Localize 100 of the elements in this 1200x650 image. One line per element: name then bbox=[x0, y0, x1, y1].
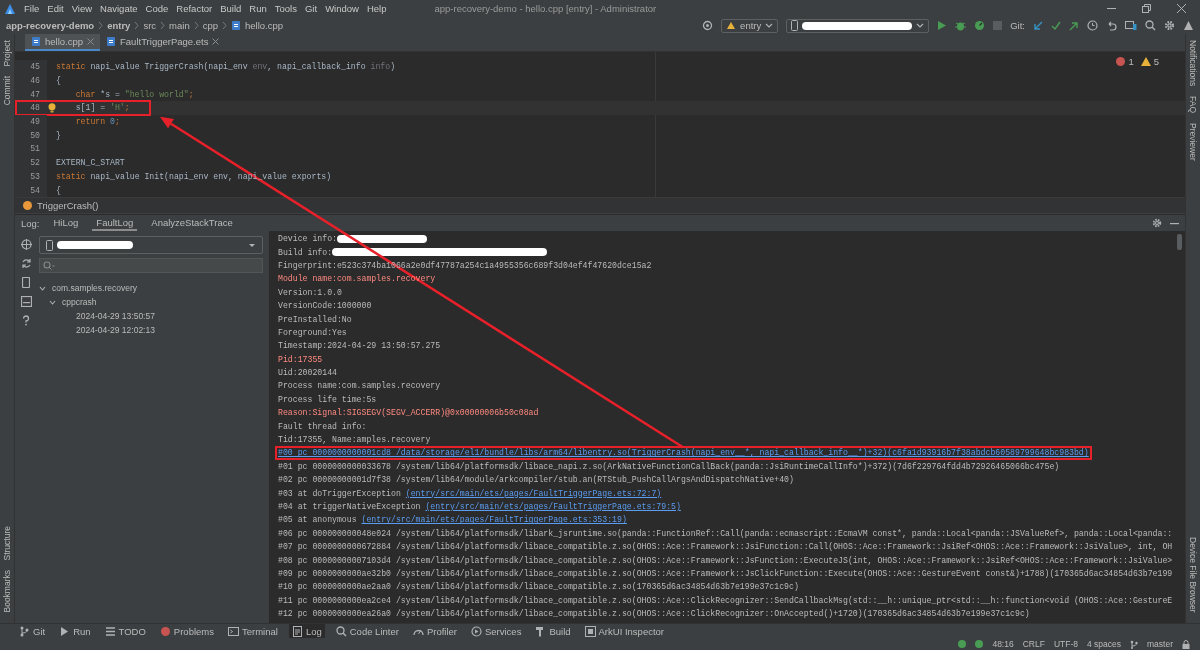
run-config-dropdown[interactable]: entry bbox=[721, 18, 779, 33]
tool-window-tab[interactable]: FAQ bbox=[1188, 96, 1198, 114]
caret-icon bbox=[765, 22, 774, 29]
tool-window-button[interactable]: ArkUI Inspector bbox=[581, 624, 667, 638]
warning-icon[interactable] bbox=[1140, 57, 1151, 66]
error-icon[interactable] bbox=[1116, 57, 1126, 66]
line-number: 54 bbox=[15, 183, 47, 197]
close-icon[interactable] bbox=[1177, 4, 1186, 13]
tree-item[interactable]: 2024-04-29 13:50:57 bbox=[74, 311, 157, 321]
status-dot-icon[interactable] bbox=[975, 640, 984, 648]
log-tab[interactable]: HiLog bbox=[49, 215, 83, 231]
editor-tab[interactable]: hello.cpp bbox=[25, 34, 101, 51]
help-icon[interactable] bbox=[22, 315, 30, 326]
breadcrumb-item[interactable]: hello.cpp bbox=[245, 20, 284, 31]
source-link[interactable]: (entry/src/main/ets/pages/FaultTriggerPage.ets:72:7) bbox=[405, 488, 662, 498]
scrollbar-thumb[interactable] bbox=[1177, 234, 1182, 250]
tree-item[interactable]: 2024-04-29 12:02:13 bbox=[74, 325, 157, 335]
menu-item[interactable]: Edit bbox=[47, 3, 64, 14]
expand-caret-icon[interactable] bbox=[49, 298, 56, 306]
debug-icon[interactable] bbox=[955, 20, 967, 31]
menu-item[interactable]: Build bbox=[220, 3, 242, 14]
file-encoding[interactable]: UTF-8 bbox=[1053, 639, 1078, 649]
file-icon bbox=[31, 36, 41, 47]
chevron-icon bbox=[160, 21, 166, 30]
tool-window-button[interactable]: Git bbox=[16, 624, 49, 638]
menu-item[interactable]: View bbox=[71, 3, 93, 14]
breadcrumb-item[interactable]: entry bbox=[107, 20, 131, 31]
tool-window-tab[interactable]: Structure bbox=[2, 526, 12, 561]
settings-icon[interactable] bbox=[1152, 218, 1162, 228]
caret-icon bbox=[916, 22, 925, 29]
tool-window-button[interactable]: Profiler bbox=[409, 624, 460, 638]
tool-window-button[interactable]: Problems bbox=[156, 624, 217, 638]
device-manager-icon[interactable] bbox=[1125, 20, 1137, 31]
tree-item[interactable]: cppcrash bbox=[60, 297, 99, 307]
function-icon bbox=[23, 201, 32, 210]
log-tab[interactable]: AnalyzeStackTrace bbox=[147, 215, 237, 231]
menu-item[interactable]: Git bbox=[305, 3, 318, 14]
profiler-icon[interactable] bbox=[974, 20, 986, 31]
run-icon[interactable] bbox=[937, 20, 948, 31]
tool-window-tab[interactable]: Device File Browser bbox=[1188, 537, 1198, 613]
editor-tab[interactable]: FaultTriggerPage.ets bbox=[100, 34, 226, 51]
search-field[interactable] bbox=[39, 258, 263, 273]
tree-item[interactable]: com.samples.recovery bbox=[50, 283, 140, 293]
refresh-icon[interactable] bbox=[20, 258, 32, 269]
log-line: Device info: bbox=[278, 234, 337, 244]
restore-icon[interactable] bbox=[1142, 4, 1151, 13]
tool-window-tab[interactable]: Commit bbox=[2, 76, 12, 106]
save-icon[interactable] bbox=[20, 296, 32, 307]
tool-window-button[interactable]: Build bbox=[532, 624, 574, 638]
tool-window-button[interactable]: Services bbox=[467, 624, 525, 638]
search-icon[interactable] bbox=[1145, 20, 1156, 31]
lock-icon[interactable] bbox=[1182, 639, 1190, 649]
breadcrumb-item[interactable]: main bbox=[169, 20, 190, 31]
tool-window-button[interactable]: Run bbox=[56, 624, 94, 638]
crosshair-icon[interactable] bbox=[20, 239, 32, 250]
tool-window-tab[interactable]: Previewer bbox=[1188, 123, 1198, 162]
device-dropdown[interactable] bbox=[786, 18, 930, 33]
breadcrumb-item[interactable]: app-recovery-demo bbox=[6, 20, 95, 31]
menu-item[interactable]: Code bbox=[145, 3, 169, 14]
tool-window-tab[interactable]: Notifications bbox=[1188, 40, 1198, 87]
tool-window-tab[interactable]: Bookmarks bbox=[2, 570, 12, 613]
source-link[interactable]: (entry/src/main/ets/pages/FaultTriggerPage.ets:353:19) bbox=[361, 515, 627, 525]
status-dot-icon[interactable] bbox=[958, 640, 967, 648]
tool-window-button[interactable]: TODO bbox=[101, 624, 149, 638]
app-logo-icon[interactable] bbox=[1183, 20, 1194, 31]
expand-caret-icon[interactable] bbox=[39, 284, 46, 292]
code-breadcrumb[interactable]: TriggerCrash() bbox=[37, 200, 99, 211]
settings-icon[interactable] bbox=[1164, 20, 1175, 31]
menu-item[interactable]: Tools bbox=[274, 3, 297, 14]
close-icon[interactable] bbox=[212, 38, 220, 45]
lightbulb-icon[interactable] bbox=[47, 102, 56, 113]
target-icon[interactable] bbox=[702, 20, 714, 31]
tool-window-button[interactable]: Log bbox=[288, 624, 325, 638]
branch-icon bbox=[1130, 639, 1138, 649]
breadcrumb-item[interactable]: src bbox=[143, 20, 157, 31]
branch-name[interactable]: master bbox=[1147, 639, 1173, 649]
menu-item[interactable]: Refactor bbox=[176, 3, 213, 14]
device-dropdown[interactable] bbox=[39, 236, 263, 254]
cursor-position[interactable]: 48:16 bbox=[992, 639, 1014, 649]
menu-item[interactable]: Window bbox=[325, 3, 359, 14]
menu-item[interactable]: Help bbox=[366, 3, 387, 14]
line-number: 45 bbox=[15, 60, 47, 74]
phone-icon[interactable] bbox=[22, 277, 30, 288]
tool-window-button[interactable]: Terminal bbox=[225, 624, 281, 638]
stack-frame-link[interactable]: #00 pc 0000000000001cd8 /data/storage/el1/bundle/libs/arm64/libentry.so(TriggerCrash(napi_env__*, napi_callback_info__*)+32)(c6fa1d93916b7f38abdcb60589799648bc983bd) bbox=[278, 448, 1089, 458]
menu-item[interactable]: Navigate bbox=[100, 3, 138, 14]
file-icon bbox=[106, 36, 117, 47]
arrow-icon[interactable] bbox=[1069, 20, 1079, 31]
tool-window-button[interactable]: Code Linter bbox=[332, 624, 402, 638]
tool-window-tab[interactable]: Project bbox=[2, 40, 12, 67]
menu-item[interactable]: File bbox=[24, 3, 40, 14]
undo-icon[interactable] bbox=[1106, 20, 1117, 31]
source-link[interactable]: (entry/src/main/ets/pages/FaultTriggerPage.ets:79:5) bbox=[425, 502, 681, 511]
line-separator[interactable]: CRLF bbox=[1022, 639, 1045, 649]
menu-item[interactable]: Run bbox=[249, 3, 267, 14]
arrow-icon[interactable] bbox=[1033, 20, 1043, 31]
checkmark-icon[interactable] bbox=[1051, 20, 1061, 31]
indent-setting[interactable]: 4 spaces bbox=[1087, 639, 1121, 649]
clock-icon[interactable] bbox=[1087, 20, 1098, 31]
breadcrumb-item[interactable]: cpp bbox=[202, 20, 218, 31]
